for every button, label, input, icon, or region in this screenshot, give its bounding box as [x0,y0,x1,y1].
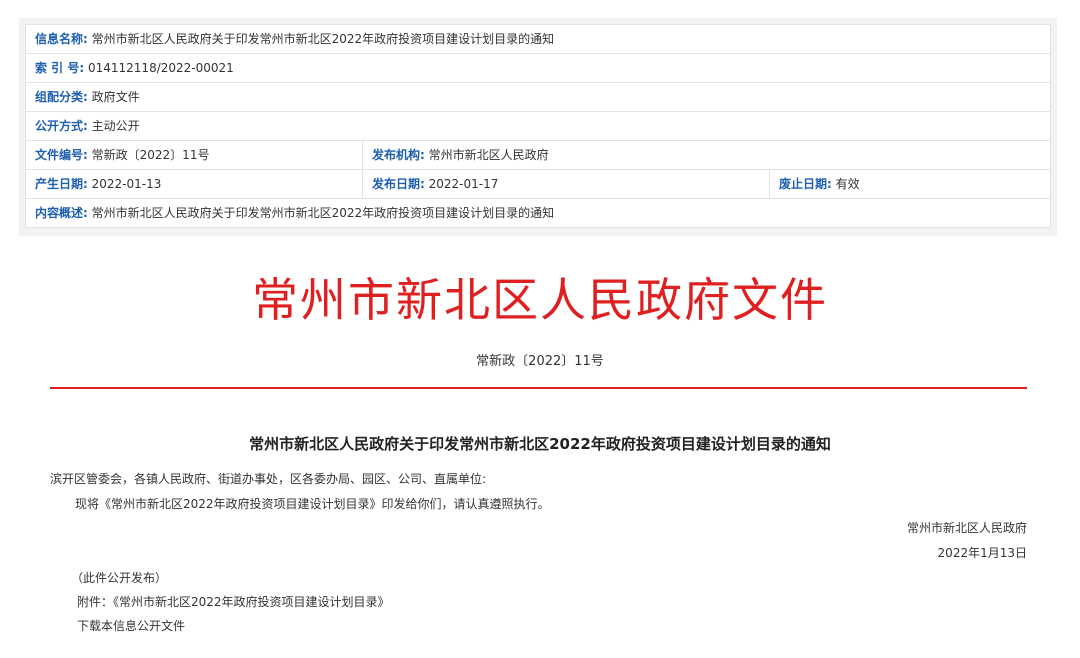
document-header-title: 常州市新北区人民政府文件 [252,273,828,327]
download-link[interactable]: 下载本信息公开文件 [77,617,185,634]
info-docno-label: 文件编号: [35,148,88,162]
publish-note: （此件公开发布） [71,571,168,585]
notice-title: 常州市新北区人民政府关于印发常州市新北区2022年政府投资项目建设计划目录的通知 [249,435,831,453]
info-published-label: 发布日期: [372,177,425,191]
info-title-value: 常州市新北区人民政府关于印发常州市新北区2022年政府投资项目建设计划目录的通知 [91,32,555,46]
info-publisher-label: 发布机构: [372,148,425,162]
info-row-category: 组配分类: 政府文件 [25,82,1051,112]
info-publisher-value: 常州市新北区人民政府 [428,148,549,162]
info-expiry-value: 有效 [835,177,860,191]
info-summary-value: 常州市新北区人民政府关于印发常州市新北区2022年政府投资项目建设计划目录的通知 [91,206,555,220]
info-category-value: 政府文件 [91,90,140,104]
info-index-value: 014112118/2022-00021 [87,61,234,75]
info-docno-value: 常新政〔2022〕11号 [91,148,210,162]
body-paragraph: 现将《常州市新北区2022年政府投资项目建设计划目录》印发给你们，请认真遵照执行… [75,497,550,511]
info-disclosure-value: 主动公开 [91,119,140,133]
info-row-disclosure: 公开方式: 主动公开 [25,111,1051,141]
info-created-value: 2022-01-13 [91,177,162,191]
info-row-index: 索 引 号: 014112118/2022-00021 [25,53,1051,83]
info-table: 信息名称: 常州市新北区人民政府关于印发常州市新北区2022年政府投资项目建设计… [25,24,1051,228]
signature: 常州市新北区人民政府 [906,521,1027,535]
info-row-dates: 产生日期: 2022-01-13 发布日期: 2022-01-17 废止日期: … [25,169,1051,199]
info-row-summary: 内容概述: 常州市新北区人民政府关于印发常州市新北区2022年政府投资项目建设计… [25,198,1051,228]
info-expiry-label: 废止日期: [779,177,832,191]
info-row-title: 信息名称: 常州市新北区人民政府关于印发常州市新北区2022年政府投资项目建设计… [25,24,1051,54]
info-title-label: 信息名称: [35,32,88,46]
attachment-line[interactable]: 附件：《常州市新北区2022年政府投资项目建设计划目录》 [77,593,390,610]
info-row-docno: 文件编号: 常新政〔2022〕11号 发布机构: 常州市新北区人民政府 [25,140,1051,170]
info-created-label: 产生日期: [35,177,88,191]
info-category-label: 组配分类: [35,90,88,104]
info-index-label: 索 引 号: [35,61,85,75]
red-divider [50,387,1027,389]
info-disclosure-label: 公开方式: [35,119,88,133]
recipients-line: 滨开区管委会，各镇人民政府、街道办事处，区各委办局、园区、公司、直属单位: [50,472,487,486]
info-panel: 信息名称: 常州市新北区人民政府关于印发常州市新北区2022年政府投资项目建设计… [19,18,1057,236]
document-number: 常新政〔2022〕11号 [476,354,604,369]
signature-date: 2022年1月13日 [937,546,1027,560]
info-summary-label: 内容概述: [35,206,88,220]
info-published-value: 2022-01-17 [428,177,499,191]
